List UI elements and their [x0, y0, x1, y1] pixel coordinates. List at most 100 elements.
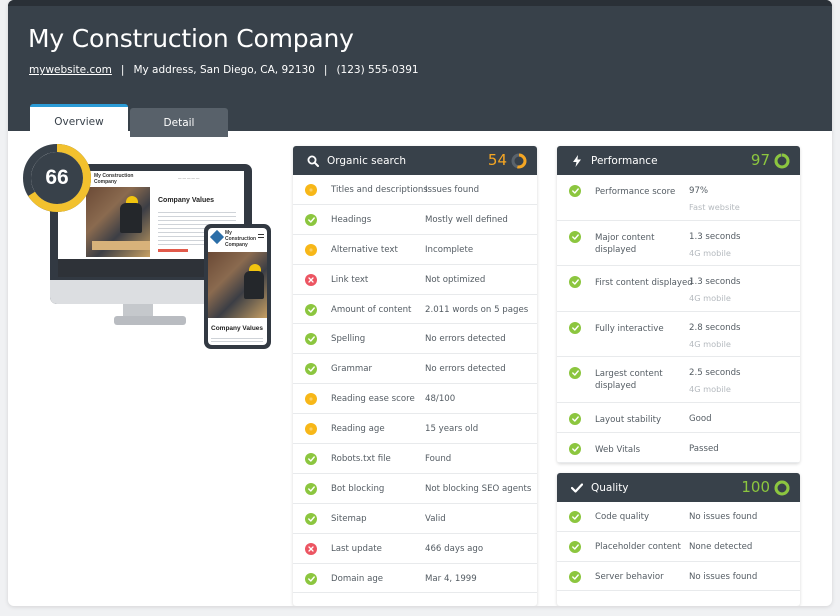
- performance-row-label-group: Largest content displayed: [595, 368, 663, 392]
- website-link[interactable]: mywebsite.com: [29, 64, 112, 76]
- organic-row-value: Valid: [425, 513, 446, 524]
- desktop-hero-photo: [86, 187, 150, 257]
- desktop-heading: Company Values: [158, 197, 215, 204]
- organic-row-label: Robots.txt file: [331, 454, 391, 465]
- check-status-icon: [569, 367, 581, 380]
- organic-row-value: 466 days ago: [425, 543, 484, 554]
- performance-row: First content displayed 1.3 seconds 4G mob…: [557, 266, 800, 312]
- performance-row-label: Web Vitals: [595, 444, 641, 455]
- quality-row-value: None detected: [689, 541, 753, 552]
- plank-shape: [92, 241, 150, 250]
- organic-row: Bot blocking Not blocking SEO agents: [293, 474, 537, 504]
- ring-progress: [774, 153, 790, 169]
- search-icon: [305, 153, 321, 169]
- organic-row-label: Reading age: [331, 424, 385, 435]
- company-meta: mywebsite.com | My address, San Diego, CA,…: [29, 64, 419, 76]
- check-status-icon: [305, 303, 317, 316]
- organic-row: Domain age Mar 4, 1999: [293, 564, 537, 594]
- organic-row-label: Grammar: [331, 364, 373, 375]
- performance-row-value: 1.3 seconds: [689, 277, 741, 288]
- check-status-icon: [569, 230, 581, 243]
- performance-row: Performance score 97% Fast website: [557, 175, 800, 221]
- quality-panel: Quality 100 Code quality No issues found P…: [557, 473, 800, 606]
- organic-row-label: Amount of content: [331, 304, 412, 315]
- organic-row-label: Spelling: [331, 334, 366, 345]
- performance-row-value: Passed: [689, 443, 719, 454]
- organic-row: Sitemap Valid: [293, 504, 537, 534]
- organic-row-value: Issues found: [425, 185, 480, 195]
- organic-row-label: Reading ease score: [331, 394, 415, 405]
- quality-row: Placeholder content None detected: [557, 532, 800, 562]
- performance-row-label-group: Major content displayed: [595, 232, 655, 256]
- performance-row: Web Vitals Passed: [557, 433, 800, 463]
- logo-icon: [209, 229, 225, 245]
- error-status-icon: [305, 273, 317, 286]
- organic-row: Reading age 15 years old: [293, 414, 537, 445]
- performance-row-sub: 4G mobile: [689, 338, 731, 349]
- performance-panel: Performance 97 Performance score 97% Fast …: [557, 146, 800, 463]
- quality-row: Code quality No issues found: [557, 502, 800, 532]
- desktop-nav: — — — — —: [178, 176, 200, 180]
- performance-row: Layout stability Good: [557, 403, 800, 433]
- check-status-icon: [569, 321, 581, 334]
- organic-row-value: 2.011 words on 5 pages: [425, 304, 529, 315]
- desktop-cta: [158, 249, 188, 252]
- mobile-brand: My Construction Company: [225, 230, 257, 248]
- check-status-icon: [569, 412, 581, 425]
- organic-row-label: Last update: [331, 543, 382, 554]
- performance-title: Performance: [591, 154, 658, 167]
- organic-row-value: No errors detected: [425, 334, 506, 345]
- organic-row: Headings Mostly well defined: [293, 205, 537, 235]
- performance-score-ring: [774, 153, 790, 169]
- performance-row-label-group: Web Vitals: [595, 444, 640, 456]
- quality-header: Quality 100: [557, 473, 800, 502]
- organic-row-label: Bot blocking: [331, 483, 385, 494]
- performance-row: Fully interactive 2.8 seconds 4G mobile: [557, 312, 800, 358]
- performance-row-label-group: First content displayed: [595, 277, 693, 289]
- organic-row-value: Mar 4, 1999: [425, 573, 477, 584]
- error-status-icon: [305, 542, 317, 555]
- check-status-icon: [569, 442, 581, 455]
- tab-bar: Overview Detail: [30, 104, 228, 137]
- check-status-icon: [305, 572, 317, 585]
- meta-separator: |: [120, 64, 125, 76]
- tab-overview[interactable]: Overview: [30, 104, 128, 137]
- performance-row-label: displayed: [595, 381, 637, 392]
- check-status-icon: [569, 185, 581, 197]
- organic-search-title: Organic search: [327, 154, 407, 167]
- meta-separator: |: [323, 64, 328, 76]
- performance-row: Largest content displayed 2.5 seconds 4G mo…: [557, 357, 800, 403]
- organic-search-header: Organic search 54: [293, 146, 537, 175]
- warning-status-icon: [305, 423, 317, 436]
- performance-row-sub: 4G mobile: [689, 247, 731, 258]
- tab-detail[interactable]: Detail: [130, 108, 228, 137]
- organic-row-value: Not optimized: [425, 274, 486, 285]
- organic-row: Grammar No errors detected: [293, 354, 537, 385]
- organic-row-label: Domain age: [331, 573, 384, 584]
- performance-row-label: First content displayed: [595, 278, 693, 289]
- organic-row-value: Found: [425, 454, 452, 465]
- performance-row-value: 2.8 seconds: [689, 322, 741, 333]
- organic-row: Reading ease score 48/100: [293, 384, 537, 415]
- performance-row-label: Major content: [595, 232, 655, 243]
- check-status-icon: [569, 570, 581, 583]
- worker-shape: [244, 271, 264, 299]
- performance-row-sub: Fast website: [689, 202, 740, 212]
- quality-row-label: Server behavior: [595, 571, 664, 582]
- ring-progress: [774, 480, 790, 496]
- report-frame: My Construction Company mywebsite.com | My…: [8, 0, 832, 606]
- mobile-heading: Company Values: [211, 325, 264, 332]
- warning-status-icon: [305, 184, 317, 196]
- performance-score: 97: [750, 151, 770, 169]
- company-phone: (123) 555-0391: [336, 64, 419, 76]
- check-status-icon: [305, 213, 317, 226]
- performance-row-label: displayed: [595, 244, 637, 255]
- performance-row-sub: 4G mobile: [689, 293, 731, 304]
- mobile-hero-photo: [208, 252, 267, 318]
- performance-row: Major content displayed 1.3 seconds 4G mobi…: [557, 221, 800, 267]
- mobile-mockup: My Construction Company Company Values: [204, 224, 271, 349]
- organic-row: Spelling No errors detected: [293, 324, 537, 355]
- performance-header: Performance 97: [557, 146, 800, 175]
- hamburger-icon: [258, 234, 264, 238]
- organic-row: Amount of content 2.011 words on 5 pages: [293, 295, 537, 325]
